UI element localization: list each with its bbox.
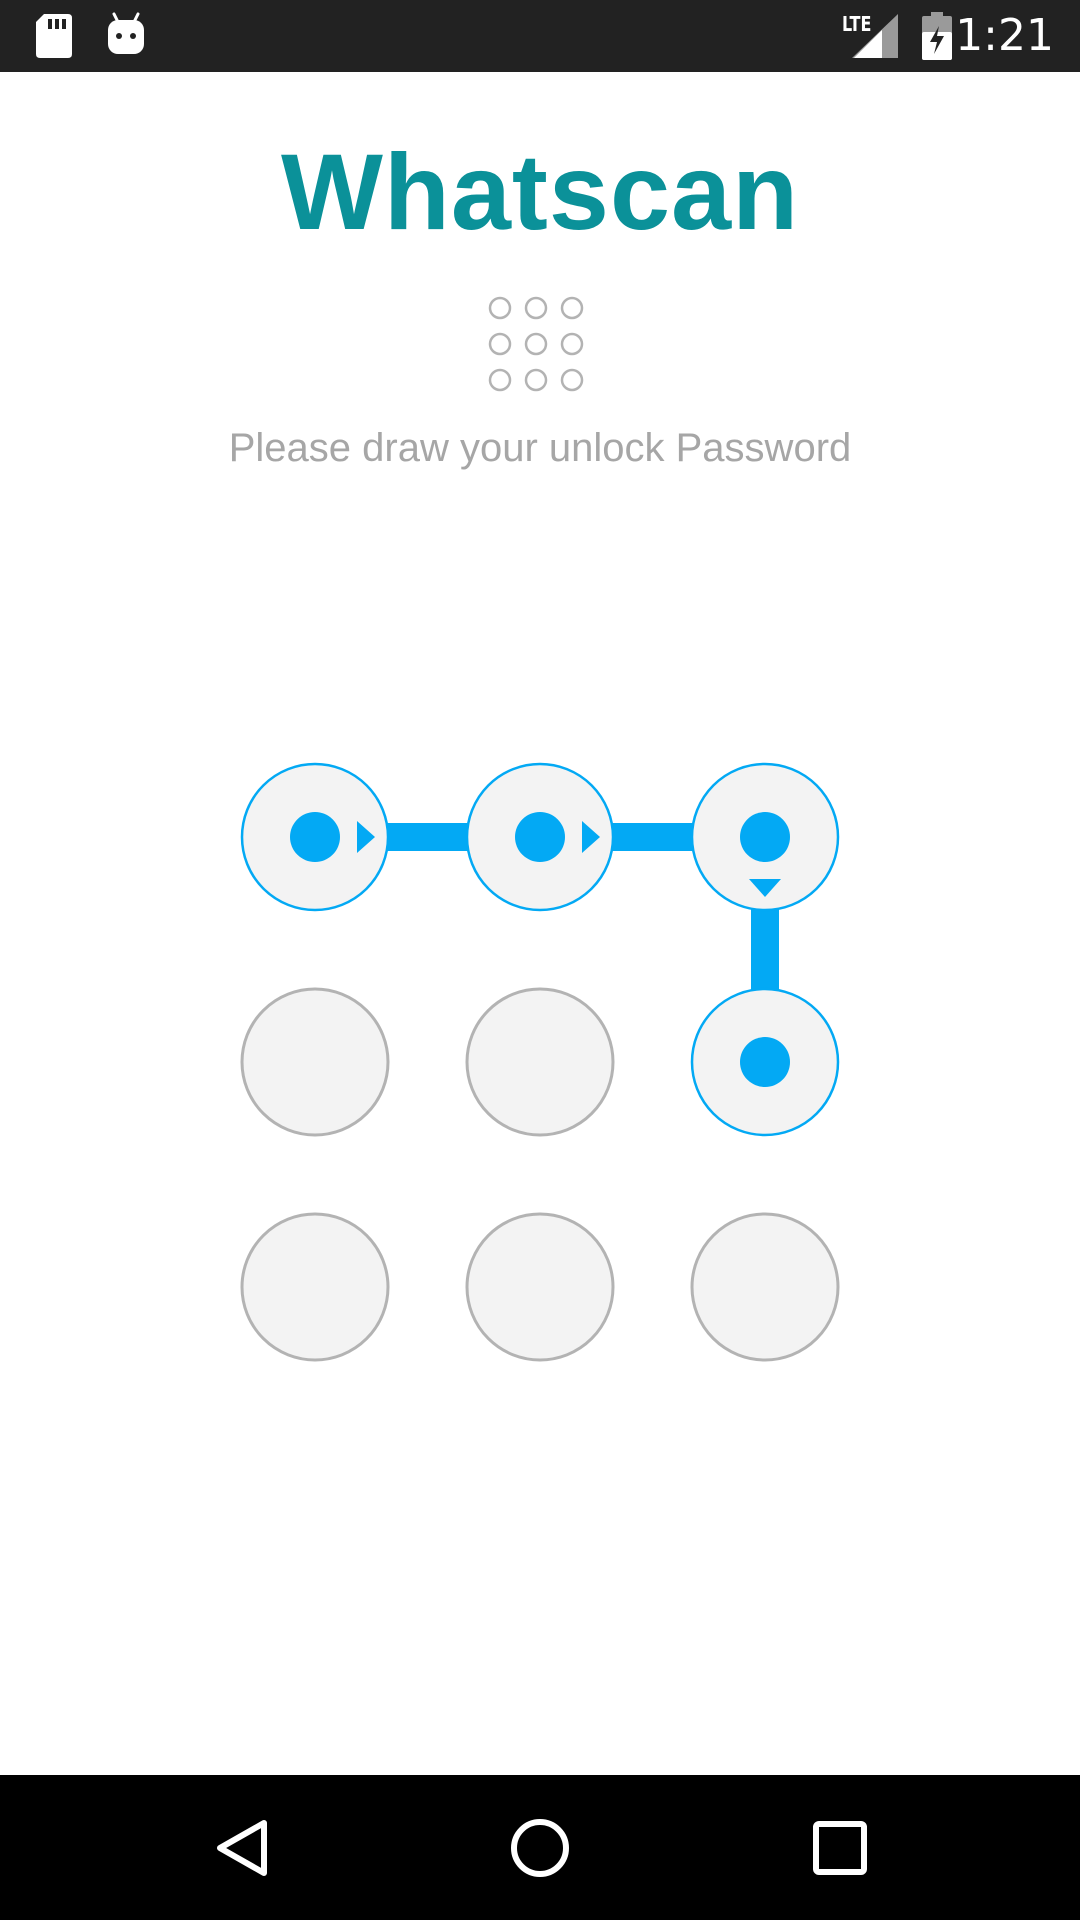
recents-icon[interactable] xyxy=(780,1775,900,1920)
home-icon[interactable] xyxy=(480,1775,600,1920)
pattern-node-dot xyxy=(515,812,565,862)
pattern-node-dot xyxy=(740,812,790,862)
pattern-node-9[interactable] xyxy=(690,1212,840,1362)
pattern-node-dot xyxy=(740,1037,790,1087)
pattern-node-1[interactable] xyxy=(240,762,390,912)
pattern-node-2[interactable] xyxy=(465,762,615,912)
pattern-lock[interactable] xyxy=(0,0,1080,1920)
pattern-node-6[interactable] xyxy=(690,987,840,1137)
nav-bar xyxy=(0,1775,1080,1920)
pattern-node-7[interactable] xyxy=(240,1212,390,1362)
pattern-node-5[interactable] xyxy=(465,987,615,1137)
pattern-node-4[interactable] xyxy=(240,987,390,1137)
pattern-node-dot xyxy=(290,812,340,862)
pattern-node-8[interactable] xyxy=(465,1212,615,1362)
back-icon[interactable] xyxy=(180,1775,300,1920)
pattern-node-3[interactable] xyxy=(690,762,840,912)
